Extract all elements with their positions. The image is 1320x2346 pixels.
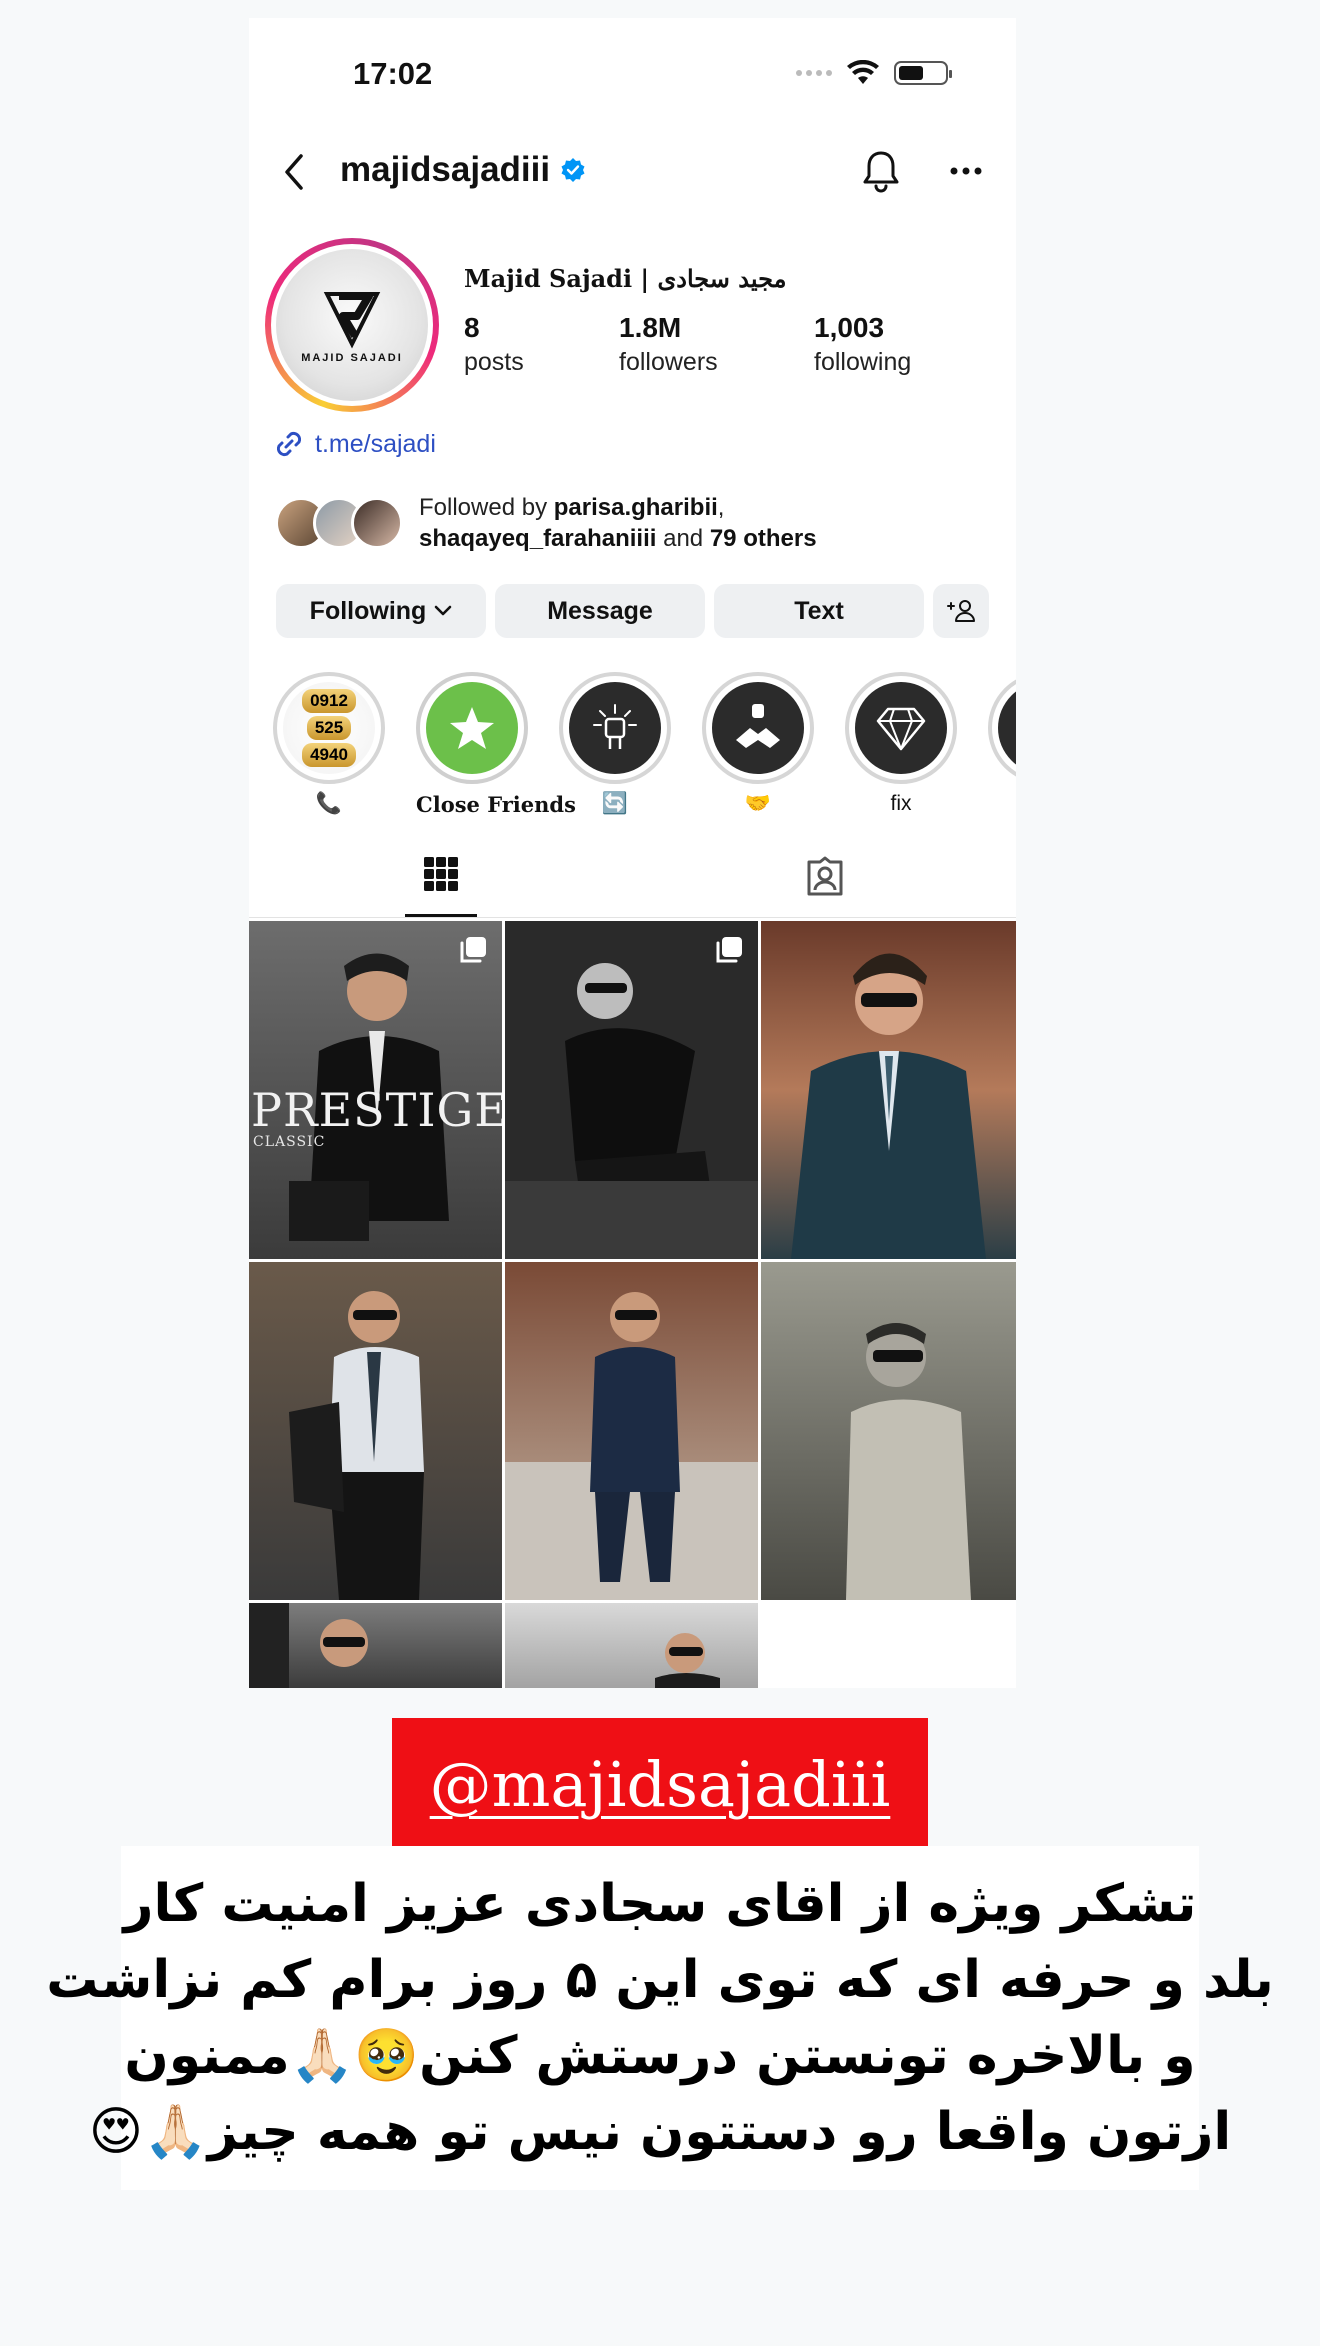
link-icon	[276, 431, 302, 457]
followed-by-text: Followed by parisa.gharibii, shaqayeq_fa…	[419, 494, 817, 552]
stat-value: 1,003	[814, 312, 885, 343]
back-arrow-icon[interactable]	[279, 152, 309, 192]
post-overlay-title: PRESTIGE	[251, 1083, 502, 1137]
post-tile-6[interactable]	[761, 1262, 1016, 1600]
avatar-brand-text: MAJID SAJADI	[301, 352, 403, 364]
text-label: Text	[794, 596, 844, 625]
message-label: Message	[547, 596, 653, 625]
highlight-cover	[855, 682, 947, 774]
more-options-icon[interactable]	[949, 166, 983, 176]
highlight-cover: 0912 525 4940	[283, 682, 375, 774]
following-button[interactable]: Following	[276, 584, 486, 638]
teamwork-icon	[736, 704, 780, 748]
highlight-partial[interactable]	[988, 672, 1016, 784]
post-photo	[505, 921, 758, 1259]
link-text: t.me/sajadi	[315, 429, 436, 458]
carousel-icon	[716, 937, 742, 963]
post-tile-4[interactable]	[249, 1262, 502, 1600]
stat-value: 1.8M	[619, 312, 682, 343]
battery-icon	[894, 61, 952, 85]
follower-avatar	[351, 497, 403, 549]
highlight-cover	[426, 682, 518, 774]
testimonial-line: ازتون واقعا رو دستتون نیس تو همه چیز🙏🏻😍	[88, 2102, 1232, 2162]
text-button[interactable]: Text	[714, 584, 924, 638]
highlight-label: Close Friends	[416, 792, 576, 817]
highlight-fix[interactable]: fix	[845, 672, 957, 816]
highlight-phone[interactable]: 0912 525 4940 📞	[273, 672, 385, 816]
stat-value: 8	[464, 312, 480, 343]
divider	[249, 917, 1016, 918]
stat-followers[interactable]: 1.8M followers	[619, 312, 718, 377]
highlight-label: 🤝	[744, 792, 772, 815]
diamond-icon	[876, 707, 926, 751]
stat-label: followers	[619, 348, 718, 376]
highlight-close-friends[interactable]: Close Friends	[416, 672, 576, 817]
highlight-refresh[interactable]: 🔄	[559, 672, 671, 816]
testimonial-line: و بالاخره تونستن درستش کنن🥹🙏🏻ممنون	[124, 2026, 1196, 2086]
status-time: 17:02	[353, 56, 433, 91]
raised-fist-icon	[593, 704, 637, 749]
post-photo	[289, 1291, 424, 1600]
stat-label: following	[814, 348, 912, 376]
followed-by-row[interactable]: Followed by parisa.gharibii, shaqayeq_fa…	[275, 492, 817, 554]
chevron-down-icon	[435, 605, 452, 616]
post-overlay-subtitle: CLASSIC	[253, 1134, 326, 1150]
display-name: Majid Sajadi | مجید سجادی	[464, 264, 787, 293]
grid-tab-icon[interactable]	[423, 856, 459, 892]
testimonial-line: بلد و حرفه ای که توی این ۵ روز برام کم ن…	[46, 1950, 1274, 2010]
bell-icon[interactable]	[861, 149, 901, 193]
verified-badge-icon	[561, 158, 585, 182]
add-person-icon	[947, 600, 975, 622]
post-photo	[505, 1292, 758, 1600]
profile-avatar[interactable]: MAJID SAJADI	[265, 238, 439, 412]
post-tile-3[interactable]	[761, 921, 1016, 1259]
post-photo	[655, 1633, 720, 1688]
testimonial-text-box: تشکر ویژه از اقای سجادی عزیز امنیت کار ب…	[46, 1846, 1274, 2190]
post-tile-8[interactable]	[505, 1603, 758, 1688]
username-text: majidsajadiii	[340, 150, 551, 189]
cellular-signal-icon	[796, 70, 832, 76]
post-photo	[791, 953, 986, 1259]
post-photo	[846, 1323, 971, 1600]
profile-username: majidsajadiii	[340, 150, 586, 190]
testimonial-line: تشکر ویژه از اقای سجادی عزیز امنیت کار	[123, 1874, 1197, 1934]
logo-diamond-icon	[323, 292, 381, 349]
post-photo	[249, 1603, 368, 1688]
tagged-tab-icon[interactable]	[805, 856, 845, 896]
message-button[interactable]: Message	[495, 584, 705, 638]
bio-link[interactable]: t.me/sajadi	[273, 428, 436, 460]
following-label: Following	[309, 596, 427, 625]
post-tile-1[interactable]: PRESTIGE CLASSIC	[249, 921, 502, 1259]
star-icon	[450, 707, 494, 749]
stat-posts[interactable]: 8 posts	[464, 312, 524, 377]
status-icons	[796, 60, 952, 86]
wifi-icon	[847, 60, 879, 84]
instagram-profile-screen: 17:02 majidsajadiii MAJID SAJADI Majid S…	[249, 18, 1016, 1688]
mention-banner[interactable]: @majidsajadiii	[392, 1718, 928, 1851]
post-tile-5[interactable]	[505, 1262, 758, 1600]
highlight-cover	[569, 682, 661, 774]
highlight-handshake[interactable]: 🤝	[702, 672, 814, 816]
stat-following[interactable]: 1,003 following	[814, 312, 911, 377]
highlight-label: 🔄	[601, 792, 629, 815]
carousel-icon	[460, 937, 486, 963]
highlight-cover	[712, 682, 804, 774]
mention-handle: @majidsajadiii	[429, 1748, 891, 1821]
highlight-label: 📞	[315, 792, 343, 815]
post-tile-7[interactable]	[249, 1603, 502, 1688]
stat-label: posts	[464, 348, 524, 376]
post-tile-2[interactable]	[505, 921, 758, 1259]
highlight-label: fix	[890, 792, 912, 815]
suggest-people-button[interactable]	[933, 584, 989, 638]
